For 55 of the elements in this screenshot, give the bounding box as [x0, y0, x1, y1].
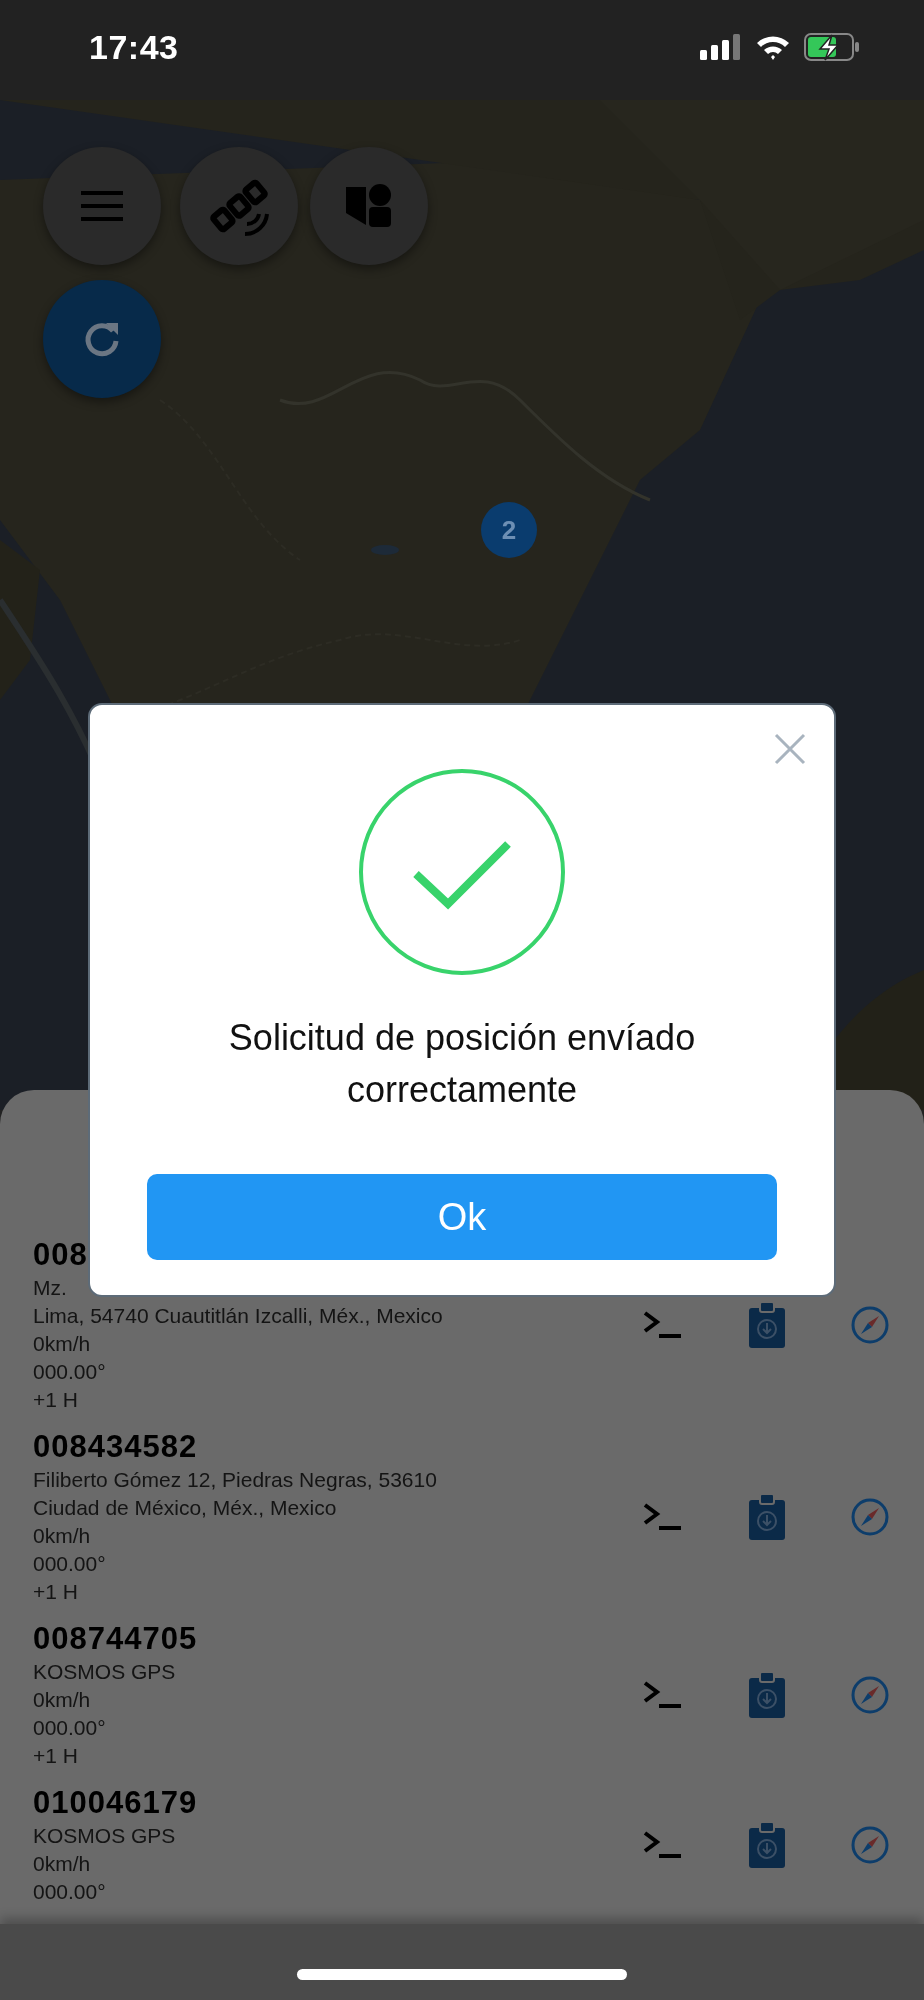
device-detail: Lima, 54740 Cuautitlán Izcalli, Méx., Mexico — [33, 1303, 443, 1329]
wifi-icon — [756, 34, 790, 60]
clipboard-button[interactable] — [749, 1302, 785, 1348]
layers-icon — [346, 183, 392, 229]
device-detail: Filiberto Gómez 12, Piedras Negras, 53610 — [33, 1467, 437, 1493]
compass-button[interactable] — [851, 1306, 889, 1344]
close-icon — [774, 733, 806, 765]
clipboard-icon — [749, 1672, 785, 1718]
terminal-button[interactable] — [643, 1681, 683, 1709]
signal-icon — [700, 34, 742, 60]
device-id: 008 — [33, 1236, 88, 1274]
device-detail: 0km/h — [33, 1523, 91, 1549]
device-detail: KOSMOS GPS — [33, 1823, 176, 1849]
terminal-icon — [643, 1681, 683, 1709]
device-id: 010046179 — [33, 1784, 198, 1822]
compass-icon — [851, 1306, 889, 1344]
device-id: 008434582 — [33, 1428, 198, 1466]
device-id: 008744705 — [33, 1620, 198, 1658]
compass-button[interactable] — [851, 1826, 889, 1864]
clipboard-icon — [749, 1302, 785, 1348]
device-detail: Ciudad de México, Méx., Mexico — [33, 1495, 337, 1521]
device-detail: 000.00° — [33, 1359, 106, 1385]
terminal-icon — [643, 1311, 683, 1339]
clipboard-button[interactable] — [749, 1822, 785, 1868]
device-detail: 000.00° — [33, 1715, 106, 1741]
ok-button[interactable]: Ok — [147, 1174, 777, 1260]
terminal-icon — [643, 1831, 683, 1859]
compass-icon — [851, 1676, 889, 1714]
clipboard-icon — [749, 1822, 785, 1868]
device-detail: 000.00° — [33, 1879, 106, 1905]
device-detail: 0km/h — [33, 1331, 91, 1357]
menu-icon — [81, 191, 123, 221]
device-detail: 000.00° — [33, 1551, 106, 1577]
device-detail: 0km/h — [33, 1687, 91, 1713]
device-detail: KOSMOS GPS — [33, 1659, 176, 1685]
device-detail: Mz. — [33, 1275, 67, 1301]
terminal-button[interactable] — [643, 1831, 683, 1859]
device-detail: +1 H — [33, 1579, 78, 1605]
device-detail: 0km/h — [33, 1851, 91, 1877]
compass-icon — [851, 1826, 889, 1864]
compass-icon — [851, 1498, 889, 1536]
dialog-message: Solicitud de posición envíado correctamente — [227, 1016, 697, 1112]
clipboard-button[interactable] — [749, 1494, 785, 1540]
compass-button[interactable] — [851, 1498, 889, 1536]
terminal-icon — [643, 1503, 683, 1531]
clipboard-icon — [749, 1494, 785, 1540]
device-detail: +1 H — [33, 1743, 78, 1769]
terminal-button[interactable] — [643, 1311, 683, 1339]
success-check-icon — [358, 768, 566, 976]
clipboard-button[interactable] — [749, 1672, 785, 1718]
compass-button[interactable] — [851, 1676, 889, 1714]
terminal-button[interactable] — [643, 1503, 683, 1531]
device-detail: +1 H — [33, 1387, 78, 1413]
status-time: 17:43 — [89, 27, 179, 67]
battery-charging-icon — [804, 33, 860, 61]
